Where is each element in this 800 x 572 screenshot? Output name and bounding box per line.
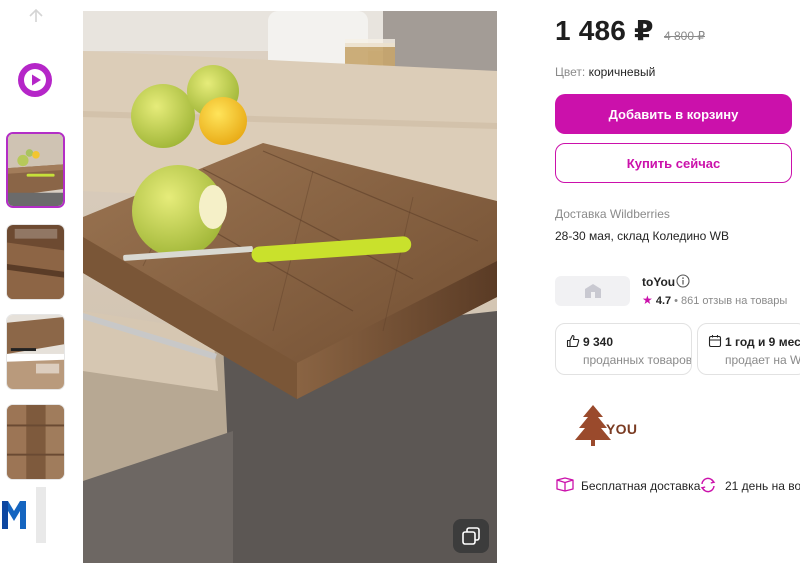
thumbnail-3[interactable]: [6, 314, 65, 390]
copy-zoom-icon: [462, 527, 480, 545]
store-icon: [585, 284, 601, 298]
scroll-up-arrow-icon[interactable]: [26, 6, 46, 26]
seller-age: 1 год и 9 мес: [725, 335, 800, 349]
calendar-icon: [708, 335, 722, 348]
seller-rating: ★ 4.7 • 861 отзыв на товары: [642, 293, 787, 307]
separator-dot: •: [674, 295, 678, 307]
old-price: 4 800 ₽: [664, 29, 705, 43]
thumbnail-4[interactable]: [6, 404, 65, 480]
sold-count: 9 340: [583, 335, 614, 349]
buy-now-button[interactable]: Купить сейчас: [555, 143, 792, 183]
delivery-date: 28-30 мая, склад Коледино WB: [555, 229, 729, 243]
color-value: коричневый: [588, 65, 656, 79]
stat-card-seller-age: 1 год и 9 мес продает на Wildberries: [697, 323, 800, 375]
color-row: Цвет: коричневый: [555, 65, 655, 79]
color-label: Цвет:: [555, 65, 586, 79]
star-icon: ★: [642, 293, 653, 307]
seller-age-label: продает на Wildberries: [725, 353, 800, 367]
info-icon[interactable]: [676, 274, 690, 288]
thumbnail-2[interactable]: [6, 224, 65, 300]
return-icon: [700, 477, 716, 493]
brand-text: YOU: [606, 421, 638, 437]
add-to-cart-button[interactable]: Добавить в корзину: [555, 94, 792, 134]
reviews-count[interactable]: 861 отзыв на товары: [681, 295, 787, 307]
cutting-board-photo: [83, 11, 497, 563]
rating-value: 4.7: [655, 295, 672, 307]
brand-logo[interactable]: YOU: [573, 403, 645, 451]
play-icon: [24, 69, 46, 91]
sold-label: проданных товаров: [583, 353, 692, 367]
thumbnail-5[interactable]: [0, 487, 46, 543]
zoom-button[interactable]: [453, 519, 489, 553]
seller-logo[interactable]: [555, 276, 630, 306]
free-delivery-text: Бесплатная доставка: [581, 479, 701, 493]
stat-card-sold: 9 340 проданных товаров: [555, 323, 692, 375]
thumbnail-1[interactable]: [6, 132, 65, 208]
seller-name[interactable]: toYou: [642, 275, 675, 289]
thumbs-up-icon: [566, 334, 580, 348]
delivery-title: Доставка Wildberries: [555, 207, 670, 221]
main-product-image[interactable]: [83, 11, 497, 563]
price: 1 486 ₽: [555, 15, 654, 46]
return-text: 21 день на возврат: [725, 479, 800, 493]
play-video-button[interactable]: [18, 63, 52, 97]
free-delivery-icon: [556, 477, 574, 492]
